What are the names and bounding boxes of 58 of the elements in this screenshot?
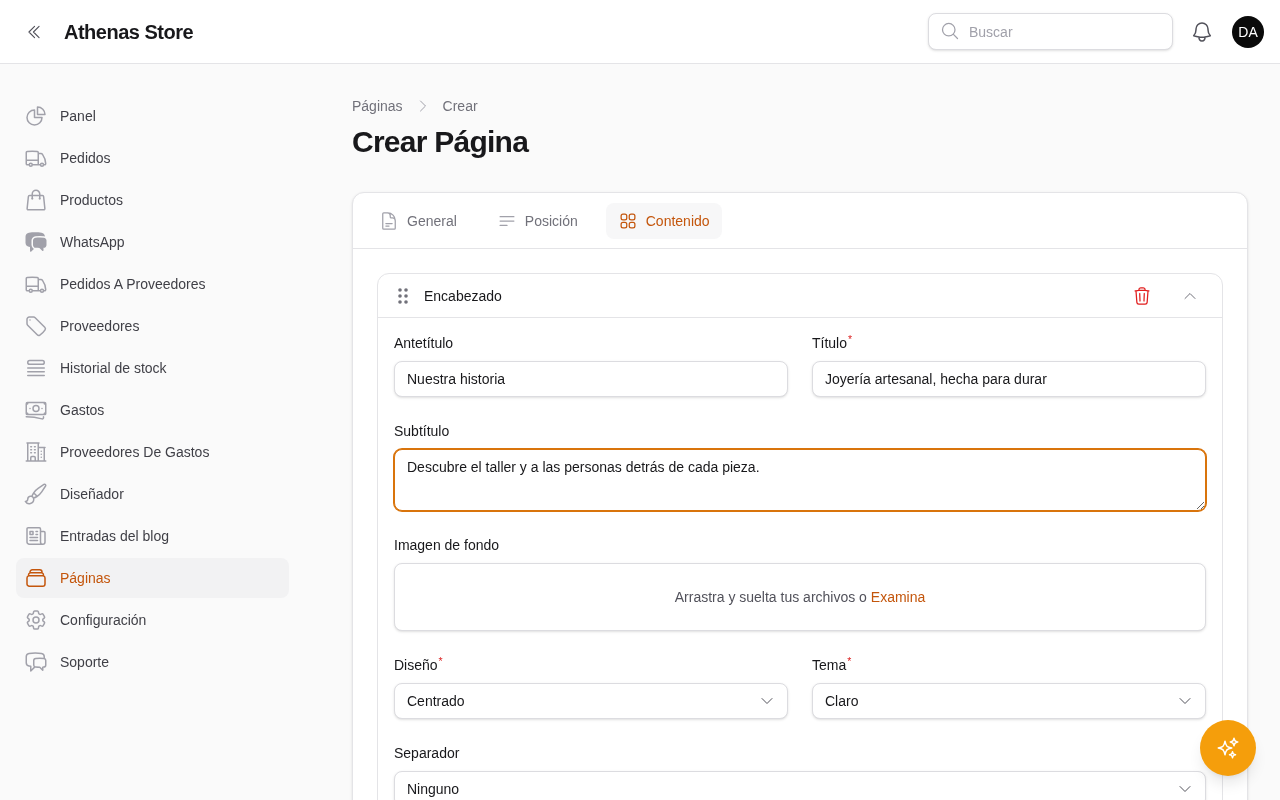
sparkles-icon	[1216, 736, 1240, 760]
field-label: Imagen de fondo	[394, 536, 500, 555]
grid-icon	[617, 210, 638, 231]
field-label: Subtítulo	[394, 422, 450, 441]
chat-bubbles-icon	[24, 230, 48, 254]
user-avatar[interactable]: DA	[1232, 15, 1264, 48]
text-input[interactable]: Nuestra historia	[394, 361, 788, 397]
drag-handle-icon[interactable]	[398, 287, 408, 304]
textarea-input[interactable]: Descubre el taller y a las personas detrás de cada pieza.	[394, 449, 1206, 511]
search-icon	[940, 21, 960, 41]
sidebar-item[interactable]: WhatsApp	[16, 222, 289, 262]
field-label: Título$^{*}$	[812, 333, 853, 353]
paintbrush-icon	[24, 482, 48, 506]
trash-icon	[1132, 285, 1152, 306]
sidebar-item[interactable]: Proveedores	[16, 306, 289, 346]
newspaper-icon	[24, 524, 48, 548]
breadcrumb-link[interactable]: Crear	[442, 96, 478, 116]
pie-chart-icon	[24, 104, 48, 128]
sidebar-item[interactable]: Pedidos	[16, 138, 289, 178]
browse-link[interactable]: Examina	[870, 589, 926, 605]
sidebar-item[interactable]: Productos	[16, 180, 289, 220]
file-dropzone[interactable]: Arrastra y suelta tus archivos o Examina	[394, 563, 1206, 631]
field-label: Separador	[394, 744, 460, 763]
document-icon	[379, 210, 399, 231]
sidebar-item[interactable]: Gastos	[16, 390, 289, 430]
breadcrumb-link[interactable]: Páginas	[352, 96, 403, 116]
sidebar-item[interactable]: Configuración	[16, 600, 289, 640]
sidebar-item[interactable]: Diseñador	[16, 474, 289, 514]
sidebar-item[interactable]: Entradas del blog	[16, 516, 289, 556]
search-field[interactable]: Buscar	[928, 13, 1173, 50]
select-field[interactable]: Claro	[812, 683, 1206, 719]
building-icon	[24, 440, 48, 464]
tab[interactable]: Contenido	[605, 202, 722, 239]
field-label: Tema$^{*}$	[812, 655, 852, 675]
bell-icon	[1190, 19, 1214, 44]
stack-icon	[24, 566, 48, 590]
store-title: Athenas Store	[64, 19, 194, 45]
tab[interactable]: Posición	[484, 202, 590, 239]
sidebar-item[interactable]: Páginas	[16, 558, 289, 598]
sidebar-item[interactable]: Pedidos A Proveedores	[16, 264, 289, 304]
page-title: Crear Página	[352, 124, 529, 160]
sidebar-item[interactable]: Panel	[16, 96, 289, 136]
block-title: Encabezado	[424, 286, 502, 306]
sidebar-item[interactable]: Proveedores De Gastos	[16, 432, 289, 472]
tab[interactable]: General	[367, 202, 469, 239]
select-field[interactable]: Ninguno	[394, 771, 1206, 800]
chat-bubbles-icon	[24, 650, 48, 674]
shopping-bag-icon	[24, 188, 48, 212]
sidebar-item[interactable]: Historial de stock	[16, 348, 289, 388]
sidebar-item[interactable]: Soporte	[16, 642, 289, 682]
dropzone-prompt: Arrastra y suelta tus archivos o Examina	[674, 588, 926, 607]
settings-icon	[24, 608, 48, 632]
notifications-button[interactable]	[1190, 19, 1214, 44]
field-label: Antetítulo	[394, 334, 454, 353]
tag-icon	[24, 314, 48, 338]
text-input[interactable]: Joyería artesanal, hecha para durar	[812, 361, 1206, 397]
select-field[interactable]: Centrado	[394, 683, 788, 719]
field-label: Diseño$^{*}$	[394, 655, 443, 675]
